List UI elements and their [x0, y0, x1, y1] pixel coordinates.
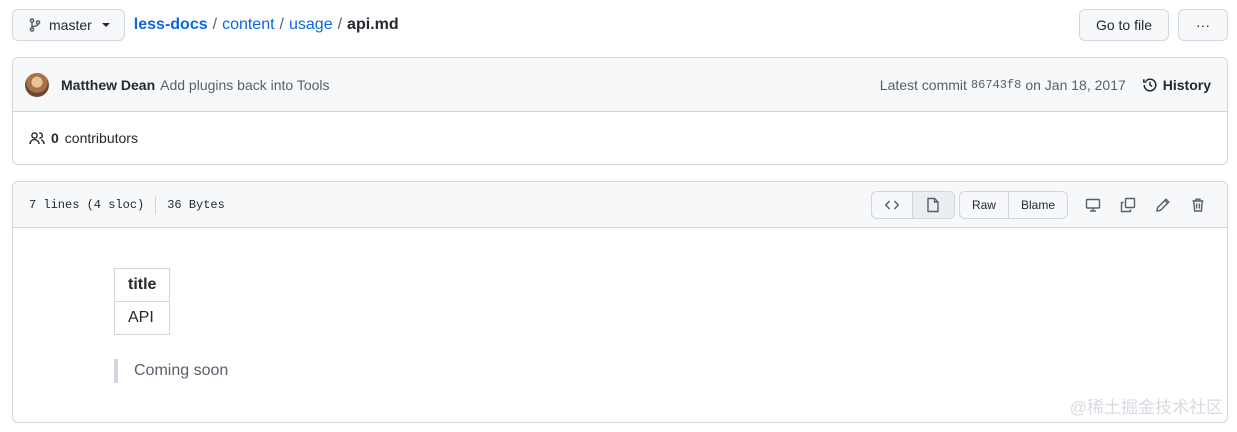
contributors-row: 0 contributors	[13, 112, 1227, 164]
front-matter-table: title API	[113, 268, 171, 335]
copy-icon	[1120, 197, 1136, 213]
raw-blame-group: Raw Blame	[958, 190, 1068, 219]
caret-down-icon	[101, 23, 110, 27]
git-branch-icon	[29, 18, 41, 32]
breadcrumb-usage-link[interactable]: usage	[289, 16, 333, 34]
commit-sha-link[interactable]: 86743f8	[971, 78, 1021, 92]
breadcrumb-separator: /	[212, 16, 218, 33]
avatar[interactable]	[25, 72, 49, 97]
code-icon	[884, 197, 900, 213]
view-mode-toggle	[870, 190, 955, 219]
file-info: 7 lines (4 sloc) 36 Bytes	[29, 195, 225, 214]
open-desktop-button[interactable]	[1076, 191, 1110, 219]
table-cell: API	[113, 301, 171, 335]
desktop-icon	[1085, 197, 1101, 213]
history-label: History	[1162, 76, 1211, 93]
delete-file-button[interactable]	[1181, 191, 1215, 219]
breadcrumb-current-file: api.md	[347, 16, 399, 33]
trash-icon	[1190, 197, 1206, 213]
file-navigation: master less-docs / content / usage / api…	[12, 9, 1228, 41]
breadcrumb-separator: /	[279, 16, 284, 33]
more-options-button[interactable]: ···	[1178, 9, 1228, 41]
file-viewer: 7 lines (4 sloc) 36 Bytes Raw Blame titl…	[12, 181, 1228, 423]
file-icon	[926, 197, 940, 213]
breadcrumb: less-docs / content / usage / api.md	[134, 16, 399, 34]
contributors-label: contributors	[64, 130, 138, 146]
go-to-file-button[interactable]: Go to file	[1078, 9, 1169, 41]
top-actions: Go to file ···	[1078, 9, 1228, 41]
latest-commit-label: Latest commit	[879, 76, 967, 93]
rendered-markdown: title API Coming soon	[13, 228, 1227, 422]
breadcrumb-content-link[interactable]: content	[222, 16, 274, 34]
source-view-button[interactable]	[872, 191, 913, 218]
branch-name: master	[49, 17, 92, 33]
table-row: API	[113, 301, 171, 335]
raw-button[interactable]: Raw	[960, 191, 1009, 218]
file-info-divider	[155, 195, 157, 214]
people-icon	[29, 130, 45, 146]
breadcrumb-repo-link[interactable]: less-docs	[134, 16, 208, 34]
file-actions: Raw Blame	[870, 190, 1215, 219]
pencil-icon	[1155, 197, 1171, 213]
commit-message-link[interactable]: Add plugins back into Tools	[160, 77, 329, 93]
blockquote: Coming soon	[114, 359, 228, 383]
file-header: 7 lines (4 sloc) 36 Bytes Raw Blame	[13, 182, 1227, 228]
history-icon	[1142, 77, 1158, 93]
edit-file-button[interactable]	[1146, 191, 1180, 219]
latest-commit-row: Matthew Dean Add plugins back into Tools…	[13, 58, 1227, 112]
watermark: @稀土掘金技术社区	[1069, 398, 1223, 417]
rendered-view-button[interactable]	[912, 191, 954, 218]
blame-button[interactable]: Blame	[1009, 192, 1067, 218]
history-link[interactable]: History	[1142, 77, 1211, 93]
table-header-cell: title	[113, 268, 171, 302]
copy-raw-button[interactable]	[1111, 191, 1145, 219]
breadcrumb-separator: /	[337, 16, 343, 33]
file-icon-actions	[1076, 191, 1215, 219]
file-lines: 7 lines (4 sloc)	[29, 197, 145, 212]
contributors-count: 0	[51, 130, 59, 146]
branch-selector-button[interactable]: master	[12, 9, 125, 41]
commit-date: on Jan 18, 2017	[1025, 76, 1126, 93]
commit-meta: Latest commit 86743f8 on Jan 18, 2017 Hi…	[880, 77, 1211, 93]
file-size: 36 Bytes	[167, 197, 225, 212]
latest-commit-box: Matthew Dean Add plugins back into Tools…	[12, 57, 1228, 165]
table-header-row: title	[113, 268, 171, 302]
commit-author-link[interactable]: Matthew Dean	[61, 77, 155, 93]
